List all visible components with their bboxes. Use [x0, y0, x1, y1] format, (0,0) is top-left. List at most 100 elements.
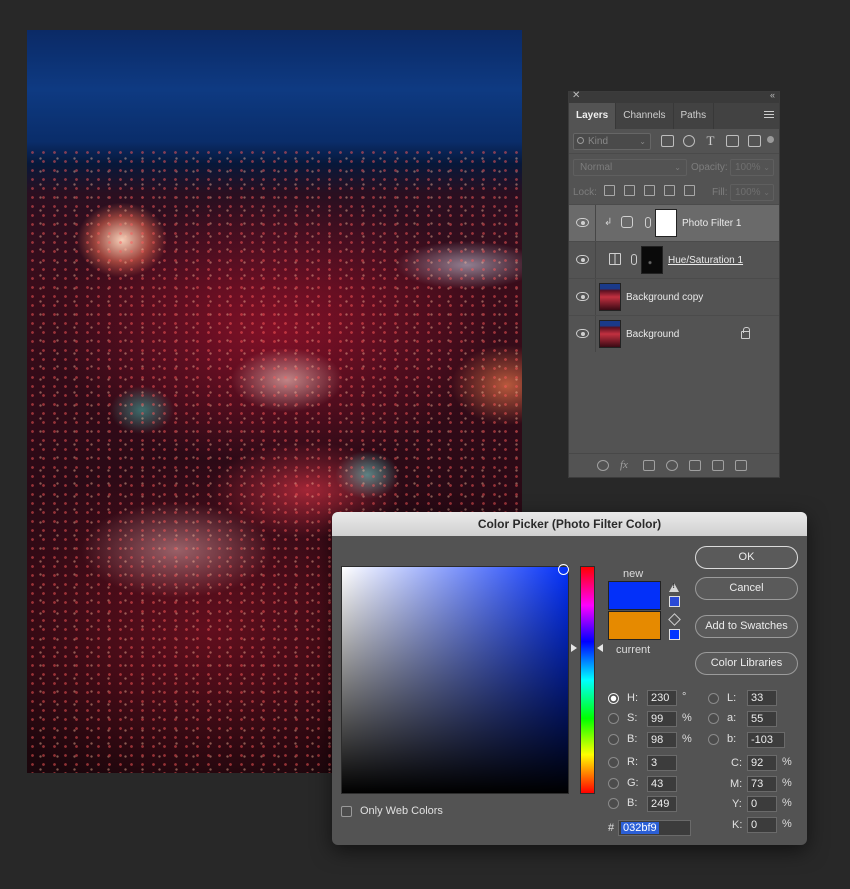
lock-transparent-icon[interactable]	[604, 185, 615, 196]
y-input[interactable]: 0	[747, 796, 777, 812]
gamut-swatch[interactable]	[669, 596, 680, 607]
filter-toggle[interactable]	[767, 136, 774, 143]
lock-artboard-icon[interactable]	[664, 185, 675, 196]
a-input[interactable]: 55	[747, 711, 777, 727]
c-input[interactable]: 92	[747, 755, 777, 771]
lab-b-label: b:	[727, 733, 737, 745]
out-of-gamut-warning-icon[interactable]	[669, 583, 679, 592]
layer-mask-thumbnail[interactable]	[655, 209, 677, 237]
current-color-swatch[interactable]	[608, 611, 661, 640]
web-safe-cube-icon[interactable]	[668, 613, 681, 626]
s-input[interactable]: 99	[647, 711, 677, 727]
smart-object-filter-icon[interactable]	[748, 135, 761, 147]
fill-input[interactable]: 100% ⌄	[730, 184, 774, 201]
lab-b-radio[interactable]	[708, 734, 719, 745]
blue-radio[interactable]	[608, 798, 619, 809]
new-group-icon[interactable]	[689, 460, 701, 471]
close-icon[interactable]: ✕	[572, 90, 580, 101]
tab-channels[interactable]: Channels	[616, 103, 674, 129]
eye-icon[interactable]	[576, 329, 589, 338]
web-safe-swatch[interactable]	[669, 629, 680, 640]
cancel-button[interactable]: Cancel	[695, 577, 798, 600]
only-web-colors-checkbox[interactable]	[341, 806, 352, 817]
b-radio[interactable]	[608, 734, 619, 745]
layer-filter-bar: Kind ⌄ T	[569, 129, 779, 154]
m-input[interactable]: 73	[747, 776, 777, 792]
k-input[interactable]: 0	[747, 817, 777, 833]
only-web-colors-label[interactable]: Only Web Colors	[360, 805, 443, 817]
new-layer-icon[interactable]	[712, 460, 724, 471]
hue-slider-handle-left[interactable]	[571, 644, 577, 652]
link-layers-icon[interactable]	[597, 460, 609, 471]
hue-saturation-icon	[609, 253, 621, 265]
trash-icon[interactable]	[735, 460, 747, 471]
layer-row[interactable]: Background copy	[569, 278, 779, 315]
a-radio[interactable]	[708, 713, 719, 724]
h-input[interactable]: 230	[647, 690, 677, 706]
s-label: S:	[627, 712, 638, 724]
b-input[interactable]: 98	[647, 732, 677, 748]
chevron-down-icon: ⌄	[763, 163, 770, 172]
layer-row[interactable]: Background	[569, 315, 779, 352]
ok-button[interactable]: OK	[695, 546, 798, 569]
current-label: current	[616, 644, 651, 656]
color-field-cursor[interactable]	[558, 564, 569, 575]
layer-row[interactable]: ↲ Photo Filter 1	[569, 204, 779, 241]
l-input[interactable]: 33	[747, 690, 777, 706]
opacity-input[interactable]: 100% ⌄	[730, 159, 774, 176]
blue-label: B:	[627, 797, 638, 809]
layer-row[interactable]: Hue/Saturation 1	[569, 241, 779, 278]
pixel-filter-icon[interactable]	[661, 135, 674, 147]
r-label: R:	[627, 756, 638, 768]
layer-mask-thumbnail[interactable]	[641, 246, 663, 274]
chevron-down-icon: ⌄	[674, 163, 681, 172]
add-mask-icon[interactable]	[643, 460, 655, 471]
add-to-swatches-button[interactable]: Add to Swatches	[695, 615, 798, 638]
layers-panel: ✕ « Layers Channels Paths Kind ⌄ T Norma…	[568, 90, 780, 478]
g-radio[interactable]	[608, 778, 619, 789]
lock-all-icon[interactable]	[684, 185, 695, 196]
hue-slider-handle-right[interactable]	[597, 644, 603, 652]
lock-label: Lock:	[573, 187, 597, 198]
shape-filter-icon[interactable]	[726, 135, 739, 147]
tab-paths[interactable]: Paths	[674, 103, 715, 129]
g-input[interactable]: 43	[647, 776, 677, 792]
eye-icon[interactable]	[576, 255, 589, 264]
r-radio[interactable]	[608, 757, 619, 768]
blue-input[interactable]: 249	[647, 796, 677, 812]
lab-b-input[interactable]: -103	[747, 732, 785, 748]
color-field[interactable]	[341, 566, 569, 794]
filter-kind-select[interactable]: Kind ⌄	[573, 133, 651, 150]
m-label: M:	[730, 778, 743, 790]
h-label: H:	[627, 692, 638, 704]
photo-filter-icon	[621, 216, 633, 228]
s-radio[interactable]	[608, 713, 619, 724]
r-input[interactable]: 3	[647, 755, 677, 771]
panel-topbar: ✕ «	[569, 90, 779, 103]
eye-icon[interactable]	[576, 292, 589, 301]
collapse-icon[interactable]: «	[770, 90, 775, 100]
m-unit: %	[782, 777, 792, 789]
l-radio[interactable]	[708, 693, 719, 704]
color-libraries-button[interactable]: Color Libraries	[695, 652, 798, 675]
new-label: new	[623, 568, 644, 580]
type-filter-icon[interactable]: T	[704, 134, 717, 147]
hex-input[interactable]: 032bf9	[618, 820, 691, 836]
b-unit: %	[682, 733, 692, 745]
new-adjustment-icon[interactable]	[666, 460, 678, 471]
adjustment-filter-icon[interactable]	[683, 135, 695, 147]
lock-brush-icon[interactable]	[624, 185, 635, 196]
fx-icon[interactable]: fx	[620, 460, 632, 471]
lock-move-icon[interactable]	[644, 185, 655, 196]
opacity-value: 100%	[735, 162, 761, 173]
panel-menu-icon[interactable]	[764, 109, 774, 121]
link-icon	[631, 254, 637, 265]
h-radio[interactable]	[608, 693, 619, 704]
l-label: L:	[727, 692, 737, 704]
y-unit: %	[782, 797, 792, 809]
hue-slider[interactable]	[580, 566, 595, 794]
blend-mode-select[interactable]: Normal ⌄	[573, 159, 687, 176]
footer-icons: fx	[597, 460, 747, 471]
tab-layers[interactable]: Layers	[569, 103, 617, 129]
eye-icon[interactable]	[576, 218, 589, 227]
